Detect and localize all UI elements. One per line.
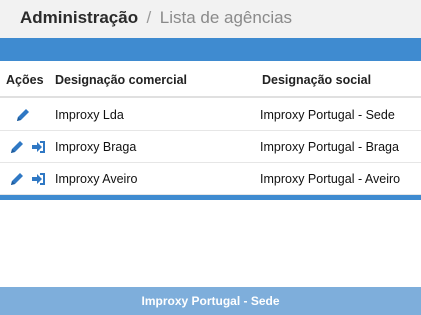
cell-commercial: Improxy Lda [55,108,124,122]
cell-commercial: Improxy Aveiro [55,172,138,186]
column-header-actions: Ações [6,73,44,87]
toolbar-bar [0,38,421,61]
page-subtitle: Lista de agências [159,8,293,27]
login-icon[interactable] [31,139,47,155]
table-row[interactable]: Improxy Aveiro Improxy Portugal - Aveiro [0,163,421,195]
footer-text: Improxy Portugal - Sede [141,294,280,308]
column-header-commercial[interactable]: Designação comercial [55,73,187,87]
cell-social: Improxy Portugal - Aveiro [260,172,401,186]
table-row[interactable]: Improxy Lda Improxy Portugal - Sede [0,99,421,131]
page-header: Administração / Lista de agências [0,0,421,38]
edit-icon[interactable] [15,107,31,123]
edit-icon[interactable] [9,139,25,155]
column-header-social[interactable]: Designação social [262,73,371,87]
cell-social: Improxy Portugal - Braga [260,140,399,154]
page-title: Administração [20,8,139,27]
cell-commercial: Improxy Braga [55,140,137,154]
footer-bar: Improxy Portugal - Sede [0,287,421,315]
edit-icon[interactable] [9,171,25,187]
cell-social: Improxy Portugal - Sede [260,108,395,122]
table-row[interactable]: Improxy Braga Improxy Portugal - Braga [0,131,421,163]
breadcrumb-separator: / [146,8,152,27]
login-icon[interactable] [31,171,47,187]
table-header: Ações Designação comercial Designação so… [0,61,421,98]
table-bottom-bar [0,195,421,200]
